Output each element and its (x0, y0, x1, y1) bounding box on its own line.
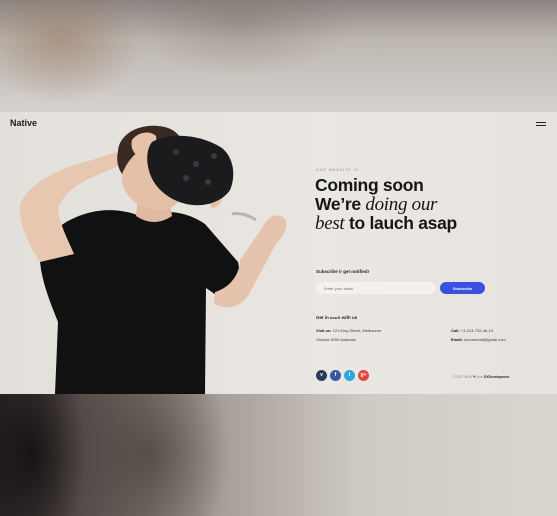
headline-text: to lauch asap (344, 213, 457, 233)
copyright: © 2017 #INS ♥ from DXDevelopment (453, 374, 509, 379)
subscribe-label: Subscribe ir get notified! (316, 269, 370, 274)
email-address[interactable]: someemail@gmail.com (464, 337, 506, 342)
subscribe-button[interactable]: Subscribe (440, 282, 485, 294)
eyebrow-label: OUR WEBSITE IS (316, 168, 359, 172)
hero-photo-vr-man (0, 112, 315, 394)
headline-line-2: We’re doing our (315, 193, 545, 215)
vimeo-icon[interactable]: v (316, 370, 327, 381)
twitter-icon[interactable]: t (344, 370, 355, 381)
visit-address: Visit us: 121 King Street, Melbourne Vic… (316, 326, 381, 344)
contact-title-text: Get in (316, 315, 331, 320)
hamburger-icon[interactable] (536, 122, 546, 128)
phone-number[interactable]: +1-213-732-46-19 (461, 328, 493, 333)
blurred-backdrop-bottom (0, 394, 557, 516)
contact-title-text: with us (340, 315, 358, 320)
social-links: v f t g+ (316, 370, 372, 381)
call-label: Call: (451, 328, 460, 333)
contact-title: Get in touch with us (316, 315, 357, 320)
page-headline: Coming soon We’re doing our best to lauc… (315, 176, 545, 234)
landing-page-screenshot: Native OUR WEBSITE IS Coming soon We’re … (0, 112, 557, 394)
contact-title-italic: touch (330, 315, 341, 320)
visit-line-1: 121 King Street, Melbourne (332, 328, 382, 333)
email-label: Email: (451, 337, 464, 342)
facebook-icon[interactable]: f (330, 370, 341, 381)
headline-italic: best (315, 213, 345, 234)
headline-line-3: best to lauch asap (315, 214, 545, 234)
contact-details: Call: +1-213-732-46-19 Email: someemail@… (451, 326, 506, 344)
blurred-backdrop-top (0, 0, 557, 112)
headline-line-1: Coming soon (315, 175, 424, 195)
email-input[interactable] (316, 282, 436, 294)
company-name[interactable]: DXDevelopment (484, 375, 509, 379)
visit-line-2: Victoria 3000 Australia (316, 337, 356, 342)
copyright-by: from (475, 375, 484, 379)
visit-label: Visit us: (316, 328, 332, 333)
headline-italic: doing our (365, 193, 438, 215)
brand-logo[interactable]: Native (10, 118, 37, 128)
headline-text: We’re (315, 193, 366, 214)
copyright-text: © 2017 #INS (453, 375, 472, 379)
google-plus-icon[interactable]: g+ (358, 370, 369, 381)
